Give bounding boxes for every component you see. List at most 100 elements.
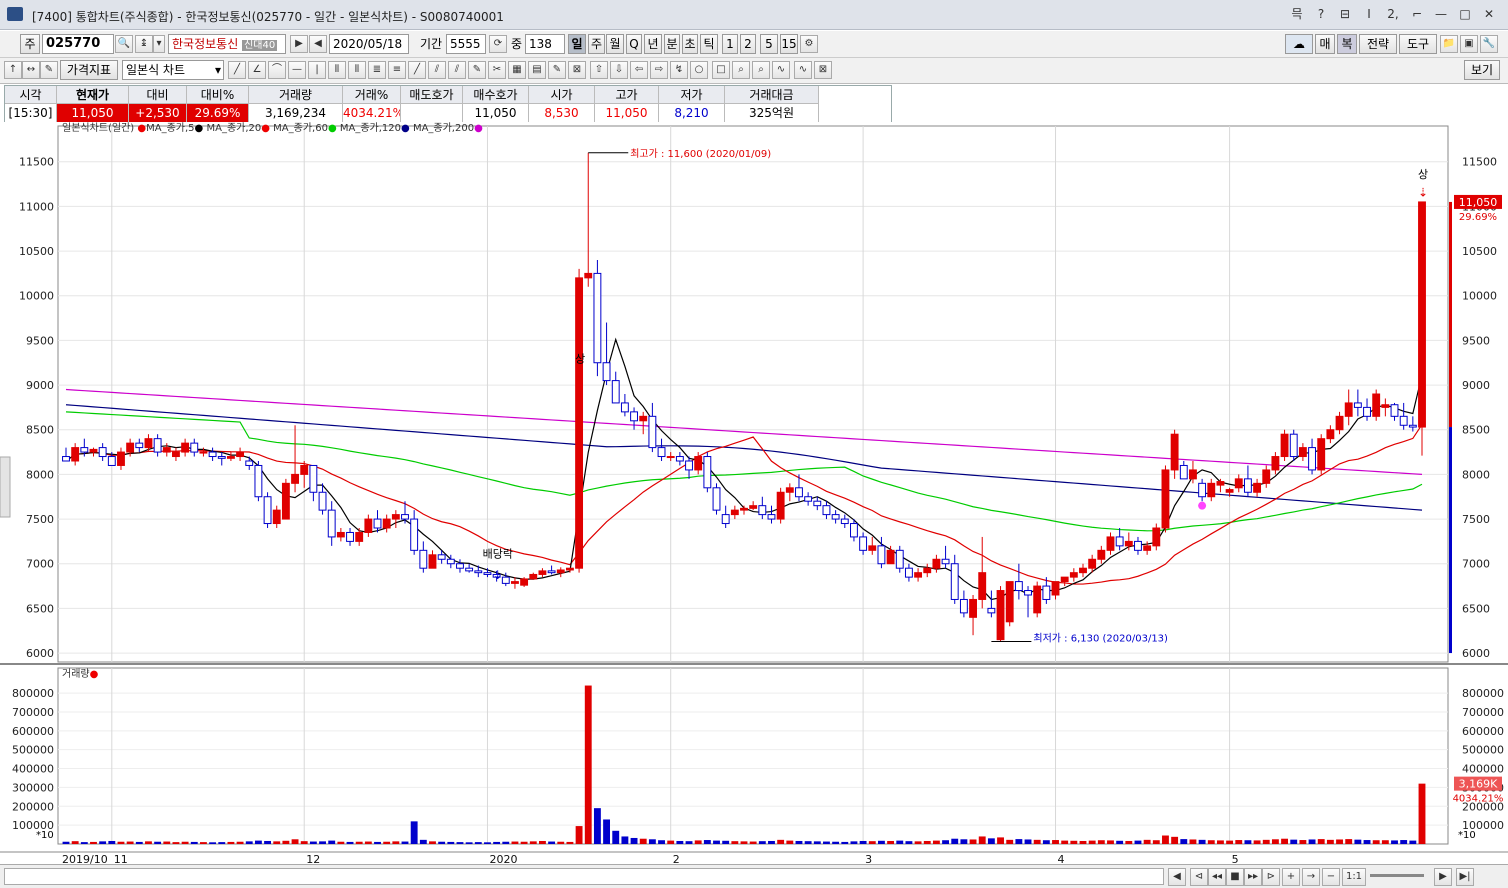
layout-icon[interactable]: ⊟	[1336, 6, 1354, 22]
next-arrow-icon[interactable]: ▶	[290, 35, 308, 53]
stock-name-field[interactable]: 한국정보통신 신대40	[168, 34, 286, 54]
grid-icon[interactable]: ≣	[368, 61, 386, 79]
zoom-out-icon[interactable]: −	[1322, 868, 1340, 886]
interval-tab-7[interactable]: 틱	[700, 34, 718, 54]
circle-icon[interactable]: ○	[690, 61, 708, 79]
price-chart[interactable]: 6000 6000 6500 6500 7000 7000 7500 7500 8000 8000…	[0, 122, 1508, 864]
maximize-icon[interactable]: □	[1456, 6, 1474, 22]
zoom-icon[interactable]: ⌕	[732, 61, 750, 79]
close-icon[interactable]: ✕	[1480, 6, 1498, 22]
chart-type-select[interactable]: 일본식 차트 ▾	[122, 60, 224, 80]
split2-icon[interactable]: 2,	[1384, 6, 1402, 22]
color-icon[interactable]: ▦	[508, 61, 526, 79]
rewind-icon[interactable]: ◂◂	[1208, 868, 1226, 886]
link-icon[interactable]: 믁	[1288, 6, 1306, 22]
interval-tab-9[interactable]: 2	[740, 34, 756, 54]
up-icon[interactable]: ↑	[4, 61, 22, 79]
wave2-icon[interactable]: ∿	[794, 61, 812, 79]
volume-bar	[80, 842, 88, 844]
tool-button-2[interactable]: 복	[1337, 34, 1357, 54]
price-tick-left: 6000	[26, 647, 54, 660]
channel-icon[interactable]: ≡	[388, 61, 406, 79]
scroll-end-icon[interactable]: ▶	[1434, 868, 1452, 886]
stop-icon[interactable]: ■	[1226, 868, 1244, 886]
refresh-icon[interactable]: ⟳	[489, 35, 507, 53]
arrow-icon[interactable]: →	[1302, 868, 1320, 886]
horizontal-scrollbar[interactable]	[4, 868, 1164, 885]
cut-icon[interactable]: ✂	[488, 61, 506, 79]
strategy-button[interactable]: 전략	[1359, 34, 1397, 54]
forward-icon[interactable]: ▸▸	[1244, 868, 1262, 886]
save-icon[interactable]: ▣	[1460, 35, 1478, 53]
search-icon[interactable]: 🔍	[115, 35, 133, 53]
period-input[interactable]: 5555	[446, 34, 486, 54]
chevron-down-icon[interactable]: ▾	[153, 35, 165, 53]
prev-arrow-icon[interactable]: ◀	[309, 35, 327, 53]
left-arrow-icon[interactable]: ⇦	[630, 61, 648, 79]
indicator-button[interactable]: 가격지표	[60, 60, 118, 80]
zoom-slider[interactable]	[1370, 874, 1424, 877]
date-input[interactable]: 2020/05/18	[329, 34, 409, 54]
up-arrow-icon[interactable]: ⇧	[590, 61, 608, 79]
edit-icon[interactable]: ✎	[40, 61, 58, 79]
wave-icon[interactable]: ∿	[772, 61, 790, 79]
expand-icon[interactable]: ↔	[22, 61, 40, 79]
text-icon[interactable]: ✎	[548, 61, 566, 79]
fibo-fan-icon[interactable]: ⦀	[328, 61, 346, 79]
zoom-in-icon[interactable]: +	[1282, 868, 1300, 886]
wrench-icon[interactable]: 🔧	[1480, 35, 1498, 53]
scroll-left-icon[interactable]: ◀	[1168, 868, 1186, 886]
interval-tab-2[interactable]: 월	[606, 34, 624, 54]
candle-body	[978, 572, 987, 600]
interval-tab-5[interactable]: 분	[664, 34, 680, 54]
square-icon[interactable]: □	[712, 61, 730, 79]
split1-icon[interactable]: Ⅰ	[1360, 6, 1378, 22]
cloud-button[interactable]: ☁	[1285, 34, 1313, 54]
candle-body	[300, 464, 309, 475]
hline-icon[interactable]: —	[288, 61, 306, 79]
ray-icon[interactable]: ╱	[408, 61, 426, 79]
regression-icon[interactable]: ⫽	[448, 61, 466, 79]
fill-icon[interactable]: ▤	[528, 61, 546, 79]
zigzag-icon[interactable]: ↯	[670, 61, 688, 79]
interval-tab-10[interactable]: 5	[760, 34, 778, 54]
angle-icon[interactable]: ∠	[248, 61, 266, 79]
erase-icon[interactable]: ⊠	[568, 61, 586, 79]
market-selector[interactable]: 주	[20, 34, 40, 54]
tools-button[interactable]: 도구	[1399, 34, 1437, 54]
end-icon[interactable]: ⊳	[1262, 868, 1280, 886]
down-arrow-icon[interactable]: ⇩	[610, 61, 628, 79]
candle-body	[831, 514, 840, 520]
view-button[interactable]: 보기	[1464, 60, 1500, 80]
interval-tab-3[interactable]: Q	[626, 34, 642, 54]
interval-tab-11[interactable]: 15	[780, 34, 798, 54]
interval-tab-1[interactable]: 주	[588, 34, 605, 54]
chart-area[interactable]: 6000 6000 6500 6500 7000 7000 7500 7500 8000 8000…	[0, 122, 1508, 864]
fibo-arc-icon[interactable]: ⦀	[348, 61, 366, 79]
stock-code-input[interactable]: 025770	[42, 34, 114, 54]
trendline-icon[interactable]: ╱	[228, 61, 246, 79]
candle-body	[804, 496, 813, 502]
sort-icon[interactable]: ↨	[135, 35, 153, 53]
arc-icon[interactable]: ⌒	[268, 61, 286, 79]
clear-icon[interactable]: ⊠	[814, 61, 832, 79]
pencil-icon[interactable]: ✎	[468, 61, 486, 79]
pin-icon[interactable]: ⌐	[1408, 6, 1426, 22]
ratio-icon[interactable]: 1:1	[1342, 868, 1366, 886]
zoom-fit-icon[interactable]: ⌕	[752, 61, 770, 79]
scroll-home-icon[interactable]: ⊲	[1190, 868, 1208, 886]
interval-tab-8[interactable]: 1	[722, 34, 738, 54]
help-icon[interactable]: ?	[1312, 6, 1330, 22]
parallel-icon[interactable]: ⫽	[428, 61, 446, 79]
interval-tab-0[interactable]: 일	[568, 34, 586, 54]
vline-icon[interactable]: |	[308, 61, 326, 79]
settings-icon[interactable]: ⚙	[800, 35, 818, 53]
interval-tab-4[interactable]: 년	[644, 34, 662, 54]
count-input[interactable]: 138	[525, 34, 565, 54]
minimize-icon[interactable]: —	[1432, 6, 1450, 22]
tool-button-1[interactable]: 매	[1315, 34, 1335, 54]
folder-icon[interactable]: 📁	[1440, 35, 1458, 53]
interval-tab-6[interactable]: 초	[682, 34, 698, 54]
right-arrow-icon[interactable]: ⇨	[650, 61, 668, 79]
last-icon[interactable]: ▶|	[1456, 868, 1474, 886]
